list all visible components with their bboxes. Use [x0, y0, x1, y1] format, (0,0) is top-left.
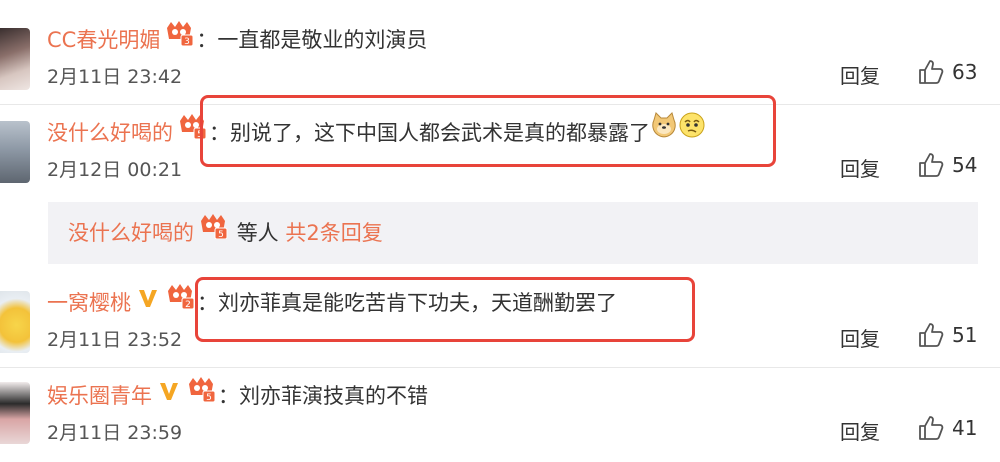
- reply-button[interactable]: 回复: [840, 60, 880, 89]
- timestamp: 2月11日 23:59: [47, 422, 183, 444]
- like-count: 51: [952, 323, 978, 347]
- svg-text:2: 2: [185, 300, 191, 309]
- sub-replies-box[interactable]: 没什么好喝的 5 等人 共2条回复: [48, 202, 978, 264]
- comment-item: 一窝樱桃 2 ：刘亦菲真是能吃苦肯下功夫，天道酬勤罢了 2月11日 23:52 回复…: [0, 283, 1000, 363]
- colon: ：: [197, 291, 218, 315]
- username-link[interactable]: 娱乐圈青年: [47, 384, 152, 408]
- doge-emoji-icon: [650, 111, 678, 152]
- avatar[interactable]: [0, 121, 30, 183]
- like-button[interactable]: 54: [918, 148, 977, 182]
- like-button[interactable]: 63: [918, 55, 977, 89]
- level-badge-icon: 2: [165, 282, 195, 322]
- timestamp: 2月11日 23:42: [47, 66, 183, 88]
- like-button[interactable]: 41: [918, 411, 977, 445]
- comment-text: 刘亦菲演技真的不错: [239, 384, 428, 408]
- timestamp: 2月12日 00:21: [47, 159, 183, 181]
- view-all-replies-link[interactable]: 共2条回复: [285, 221, 382, 245]
- thumbs-up-icon: [919, 323, 944, 347]
- thumbs-up-icon: [919, 153, 944, 177]
- comment-text: 别说了，这下中国人都会武术是真的都暴露了: [230, 121, 650, 145]
- username-link[interactable]: CC春光明媚: [47, 28, 160, 52]
- username-link[interactable]: 一窝樱桃: [47, 291, 131, 315]
- comment-text: 一直都是敬业的刘演员: [217, 28, 428, 52]
- divider: [0, 367, 1000, 368]
- level-badge-icon: 5: [198, 201, 228, 263]
- avatar[interactable]: [0, 291, 30, 353]
- timestamp: 2月11日 23:52: [47, 329, 183, 351]
- thumbs-up-icon: [919, 416, 944, 440]
- svg-text:5: 5: [206, 393, 212, 402]
- like-button[interactable]: 51: [918, 318, 977, 352]
- vip-v-icon: [137, 282, 159, 322]
- sub-reply-suffix: 等人: [236, 221, 279, 245]
- svg-text:5: 5: [197, 130, 203, 139]
- colon: ：: [218, 384, 239, 408]
- comment-text: 刘亦菲真是能吃苦肯下功夫，天道酬勤罢了: [218, 291, 617, 315]
- level-badge-icon: 3: [164, 19, 194, 59]
- like-count: 54: [952, 153, 978, 177]
- thumbs-up-icon: [919, 60, 944, 84]
- colon: ：: [196, 28, 218, 52]
- comment-item: CC春光明媚 3 ：一直都是敬业的刘演员 2月11日 23:42 回复 63: [0, 20, 1000, 100]
- reply-button[interactable]: 回复: [840, 153, 880, 182]
- sub-reply-username[interactable]: 没什么好喝的: [68, 221, 194, 245]
- avatar[interactable]: [0, 28, 30, 90]
- comment-item: 没什么好喝的 5 ：别说了，这下中国人都会武术是真的都暴露了 2月12日 00:21…: [0, 111, 1000, 193]
- divider: [0, 104, 1000, 105]
- level-badge-icon: 5: [177, 112, 207, 152]
- reply-button[interactable]: 回复: [840, 323, 880, 352]
- like-count: 41: [952, 416, 978, 440]
- svg-text:5: 5: [218, 230, 224, 239]
- like-count: 63: [952, 60, 978, 84]
- comment-item: 娱乐圈青年 5 ：刘亦菲演技真的不错 2月11日 23:59 回复 41: [0, 376, 1000, 456]
- reply-button[interactable]: 回复: [840, 416, 880, 445]
- vip-v-icon: [158, 375, 180, 415]
- svg-text:3: 3: [184, 37, 190, 46]
- pensive-face-emoji-icon: [678, 111, 706, 152]
- username-link[interactable]: 没什么好喝的: [47, 121, 173, 145]
- colon: ：: [209, 121, 230, 145]
- avatar[interactable]: [0, 382, 30, 444]
- level-badge-icon: 5: [186, 375, 216, 415]
